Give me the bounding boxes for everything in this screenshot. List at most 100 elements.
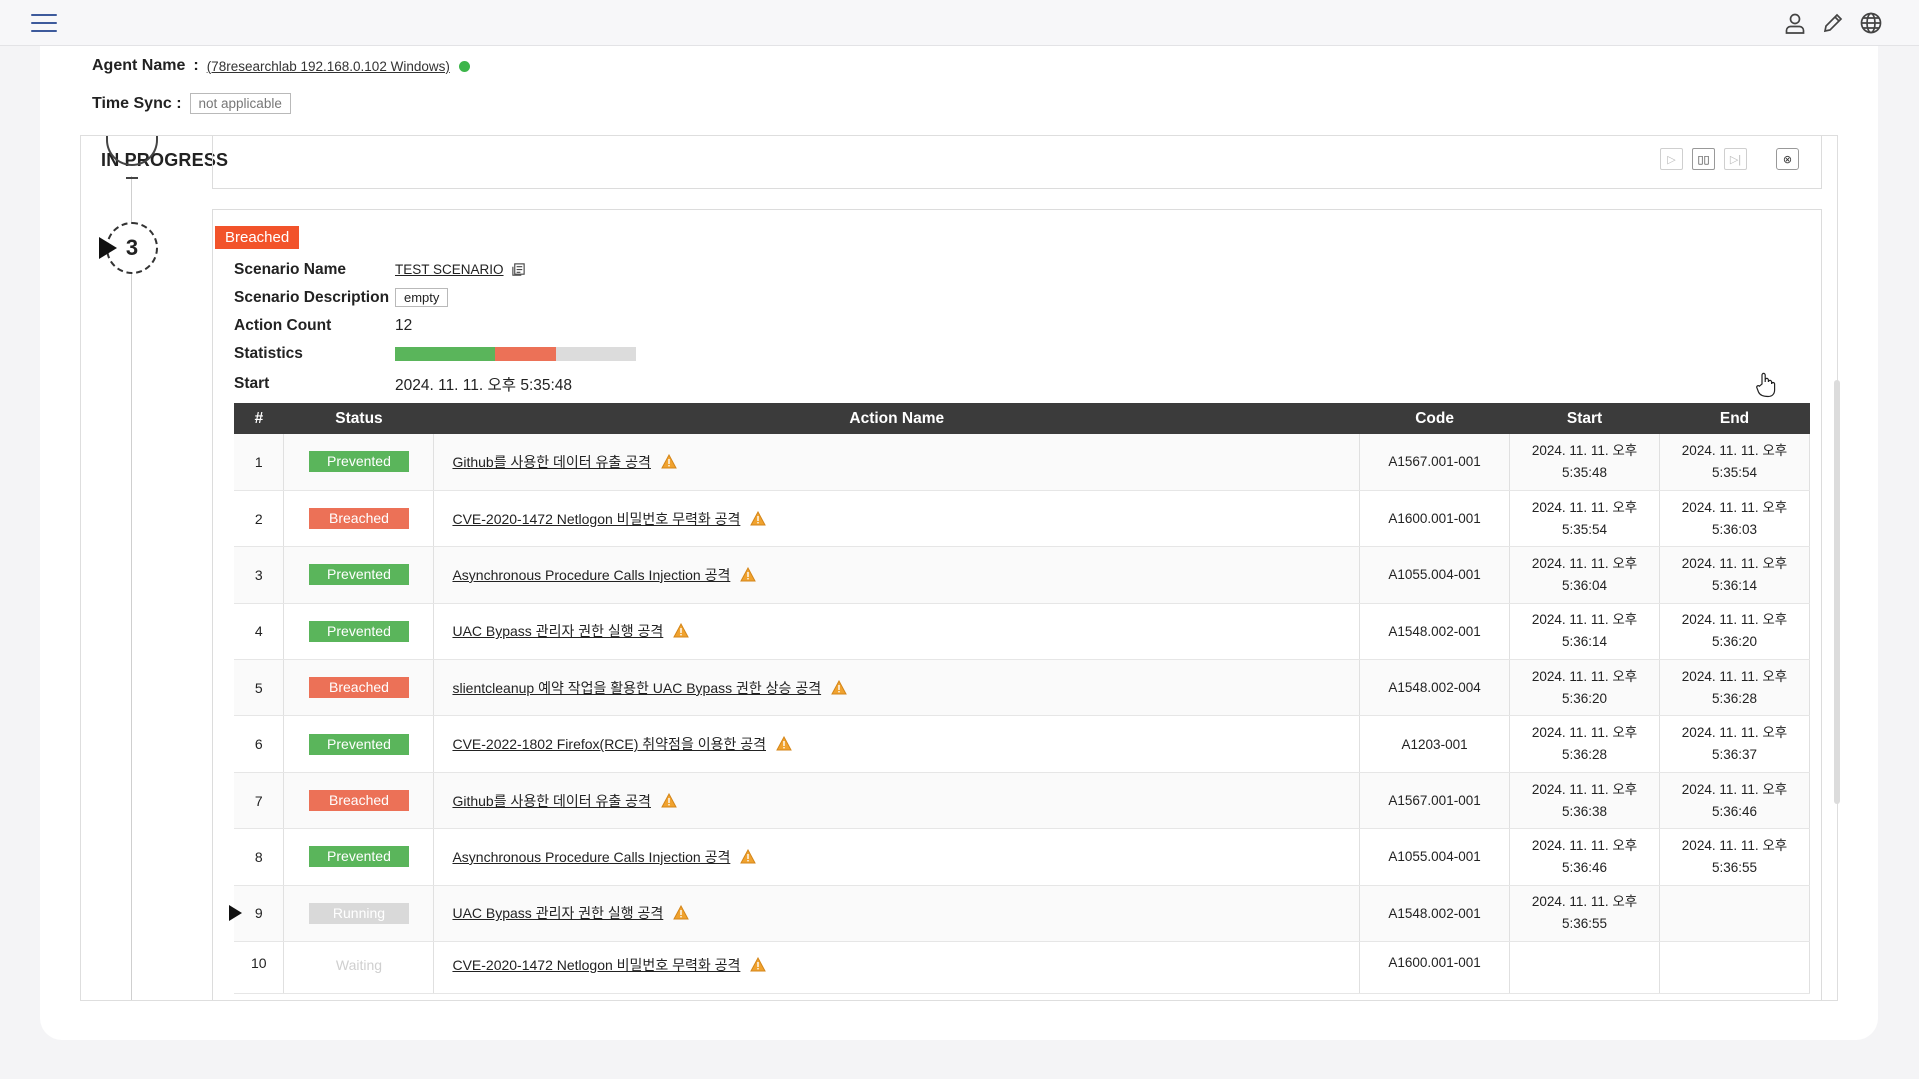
row-action-name-cell: Asynchronous Procedure Calls Injection 공… [433, 546, 1361, 604]
row-start-time: 5:36:55 [1562, 916, 1608, 932]
row-action-name-cell: CVE-2020-1472 Netlogon 비밀번호 무력화 공격 [433, 941, 1361, 995]
row-status-cell: Running [283, 885, 434, 943]
status-badge: Prevented [308, 451, 409, 473]
table-row[interactable]: 5 Breached slientcleanup 예약 작업을 활용한 UAC By… [234, 659, 1810, 717]
statistics-bar [395, 347, 636, 361]
hamburger-menu-icon[interactable] [31, 14, 57, 34]
col-header-action-name: Action Name [433, 403, 1360, 434]
row-status-cell: Breached [283, 490, 434, 548]
row-index-cell: 1 [234, 434, 284, 491]
row-start-cell: 2024. 11. 11. 오후 5:35:48 [1509, 434, 1660, 491]
row-end-date: 2024. 11. 11. 오후 [1681, 668, 1788, 684]
row-start-time: 5:36:20 [1562, 690, 1608, 706]
row-index-cell: 10 [234, 941, 284, 995]
scrollbar[interactable] [1834, 380, 1840, 804]
action-name-link[interactable]: Github를 사용한 데이터 유출 공격 [452, 793, 651, 809]
row-start-date: 2024. 11. 11. 오후 [1531, 442, 1638, 458]
row-code: A1203-001 [1359, 715, 1511, 773]
agent-status-dot [458, 60, 470, 72]
row-end-date: 2024. 11. 11. 오후 [1681, 442, 1788, 458]
row-index: 10 [250, 955, 267, 972]
row-code: A1055.004-001 [1359, 828, 1511, 886]
status-badge: Prevented [308, 564, 409, 586]
timeline-line [131, 176, 132, 1000]
statistics-prevented-segment [395, 347, 496, 361]
scenario-name-link[interactable]: TEST SCENARIO [395, 262, 504, 277]
action-name-link[interactable]: CVE-2022-1802 Firefox(RCE) 취약점을 이용한 공격 [452, 736, 766, 752]
scenario-description-value: empty [395, 288, 449, 307]
statistics-label: Statistics [234, 345, 303, 362]
previous-scenario-box [212, 136, 1822, 189]
row-action-name-cell: CVE-2022-1802 Firefox(RCE) 취약점을 이용한 공격 [433, 715, 1361, 773]
start-row: Start 2024. 11. 11. 오후 5:35:48 [234, 373, 572, 395]
pencil-icon[interactable] [1821, 11, 1845, 35]
scenario-name-label: Scenario Name [234, 261, 346, 278]
table-row[interactable]: 3 Prevented Asynchronous Procedure Calls I… [234, 546, 1810, 604]
agent-separator: : [193, 57, 199, 74]
row-start-time: 5:35:54 [1562, 521, 1608, 537]
table-row[interactable]: 9 Running UAC Bypass 관리자 권한 실행 공격 A1548.002… [229, 885, 1810, 943]
row-start-cell: 2024. 11. 11. 오후 5:36:28 [1509, 715, 1660, 773]
row-start-date: 2024. 11. 11. 오후 [1531, 668, 1638, 684]
row-end-date: 2024. 11. 11. 오후 [1681, 499, 1788, 515]
copy-icon[interactable] [511, 262, 526, 277]
action-name-link[interactable]: slientcleanup 예약 작업을 활용한 UAC Bypass 권한 상… [452, 680, 821, 696]
table-row[interactable]: 8 Prevented Asynchronous Procedure Calls I… [234, 828, 1810, 886]
row-end-time: 5:36:14 [1711, 577, 1758, 593]
row-end-time: 5:36:37 [1711, 747, 1758, 763]
globe-icon[interactable] [1859, 11, 1883, 35]
row-code: A1567.001-001 [1359, 434, 1511, 491]
scenario-description-row: Scenario Description empty [234, 288, 449, 307]
start-label: Start [234, 375, 270, 392]
action-name-link[interactable]: Asynchronous Procedure Calls Injection 공… [452, 849, 730, 865]
row-end-date: 2024. 11. 11. 오후 [1681, 725, 1788, 741]
row-end-date: 2024. 11. 11. 오후 [1681, 781, 1788, 797]
row-action-name-cell: UAC Bypass 관리자 권한 실행 공격 [433, 885, 1361, 943]
table-row[interactable]: 6 Prevented CVE-2022-1802 Firefox(RCE) 취약점… [234, 715, 1810, 773]
row-action-name-cell: Asynchronous Procedure Calls Injection 공… [433, 828, 1361, 886]
table-row[interactable]: 2 Breached CVE-2020-1472 Netlogon 비밀번호 무력화… [234, 490, 1810, 548]
row-start-time: 5:36:14 [1562, 634, 1608, 650]
agent-name-link[interactable]: (78researchlab 192.168.0.102 Windows) [207, 59, 450, 74]
warning-triangle-icon [776, 736, 792, 751]
scenario-description-label: Scenario Description [234, 288, 390, 306]
action-name-link[interactable]: CVE-2020-1472 Netlogon 비밀번호 무력화 공격 [452, 957, 740, 973]
warning-triangle-icon [661, 453, 677, 469]
row-end-time: 5:35:54 [1711, 464, 1758, 480]
col-header-start: Start [1509, 403, 1660, 434]
top-right-icons [1783, 11, 1883, 35]
row-end-cell: 2024. 11. 11. 오후 5:36:37 [1659, 715, 1810, 773]
row-status-cell: Prevented [283, 828, 434, 886]
row-end-cell [1659, 885, 1810, 943]
row-end-cell: 2024. 11. 11. 오후 5:36:55 [1659, 828, 1810, 886]
user-icon[interactable] [1783, 11, 1807, 35]
row-code: A1600.001-001 [1359, 941, 1511, 995]
row-index-cell: 7 [234, 772, 284, 830]
row-end-cell: 2024. 11. 11. 오후 5:36:28 [1659, 659, 1810, 717]
row-index-cell: 3 [234, 546, 284, 604]
row-end-cell: 2024. 11. 11. 오후 5:36:20 [1659, 603, 1810, 661]
table-row[interactable]: 10 Waiting CVE-2020-1472 Netlogon 비밀번호 무력화… [234, 941, 1810, 995]
row-end-cell [1659, 941, 1810, 995]
top-bar [0, 0, 1919, 46]
row-index-cell: 8 [234, 828, 284, 886]
row-end-date: 2024. 11. 11. 오후 [1681, 555, 1788, 571]
table-row[interactable]: 4 Prevented UAC Bypass 관리자 권한 실행 공격 A1548.0… [234, 603, 1810, 661]
table-row[interactable]: 1 Prevented Github를 사용한 데이터 유출 공격 A1567.001… [234, 434, 1810, 491]
row-index: 7 [254, 792, 263, 809]
row-start-time: 5:36:04 [1562, 577, 1608, 593]
action-name-link[interactable]: Github를 사용한 데이터 유출 공격 [452, 454, 651, 470]
action-name-link[interactable]: UAC Bypass 관리자 권한 실행 공격 [452, 623, 663, 639]
row-status-cell: Breached [283, 772, 434, 830]
row-index: 2 [254, 510, 263, 527]
action-name-link[interactable]: UAC Bypass 관리자 권한 실행 공격 [452, 905, 663, 921]
row-index-cell: 6 [234, 715, 284, 773]
table-row[interactable]: 7 Breached Github를 사용한 데이터 유출 공격 A1567.001-… [234, 772, 1810, 830]
row-start-date: 2024. 11. 11. 오후 [1531, 894, 1638, 910]
start-value: 2024. 11. 11. 오후 5:35:48 [395, 377, 573, 394]
row-start-cell: 2024. 11. 11. 오후 5:36:14 [1509, 603, 1660, 661]
action-name-link[interactable]: CVE-2020-1472 Netlogon 비밀번호 무력화 공격 [452, 511, 740, 527]
action-name-link[interactable]: Asynchronous Procedure Calls Injection 공… [452, 567, 730, 583]
row-action-name-cell: UAC Bypass 관리자 권한 실행 공격 [433, 603, 1361, 661]
col-header-status: Status [283, 403, 434, 434]
